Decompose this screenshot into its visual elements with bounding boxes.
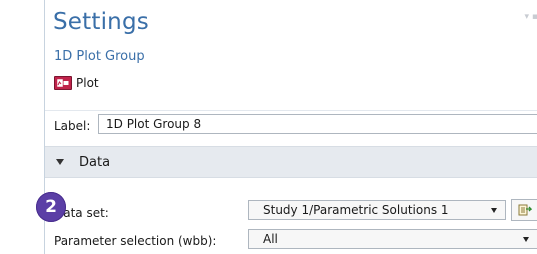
dropdown-caret-icon [523,237,529,242]
pin-icon[interactable]: ▾ ▪ [525,12,537,22]
settings-window: Settings ▾ ▪ 1D Plot Group Plot Label: D… [44,0,537,254]
node-type-title: 1D Plot Group [54,49,145,64]
parameter-selection-row: Parameter selection (wbb): All [45,228,537,252]
dataset-select[interactable]: Study 1/Parametric Solutions 1 [248,200,506,220]
dataset-select-value: Study 1/Parametric Solutions 1 [263,203,449,217]
dataset-row: Data set: Study 1/Parametric Solutions 1 [45,200,537,224]
parameter-selection-select[interactable]: All [248,229,537,249]
plot-button[interactable]: Plot [54,76,99,90]
callout-badge: 2 [36,192,66,222]
dataset-goto-icon [518,204,532,216]
settings-title: Settings [53,9,149,35]
dataset-goto-button[interactable] [511,199,537,221]
data-section-title: Data [79,154,111,170]
chevron-down-icon [56,159,64,165]
label-field-label: Label: [54,119,91,133]
label-field[interactable] [98,114,537,134]
plot-icon [54,76,72,90]
data-section-header[interactable]: Data [45,146,537,178]
label-row: Label: [45,110,537,137]
plot-button-label: Plot [76,76,99,90]
parameter-selection-label: Parameter selection (wbb): [54,234,217,248]
dropdown-caret-icon [491,208,497,213]
parameter-selection-value: All [263,232,278,246]
